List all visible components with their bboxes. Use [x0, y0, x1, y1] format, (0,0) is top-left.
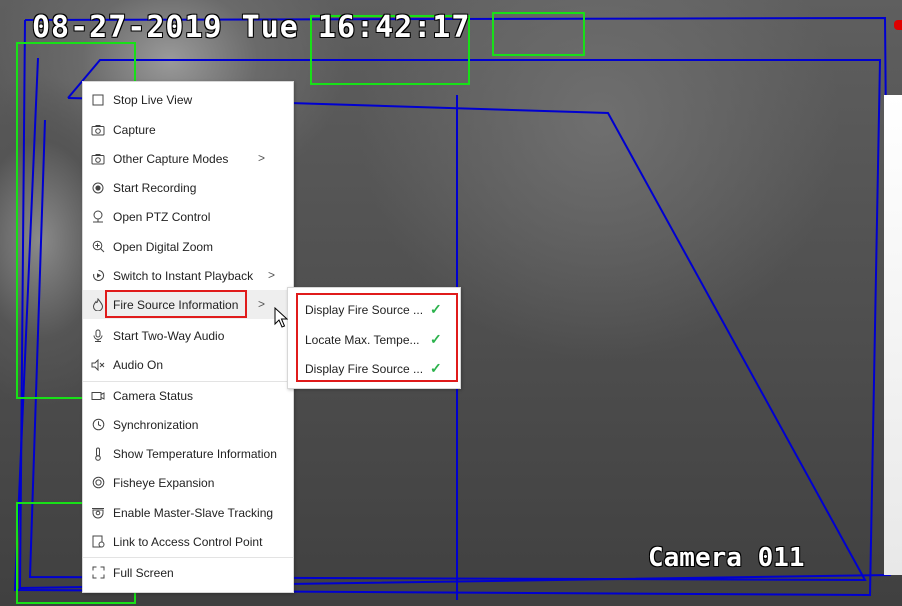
menu-item-label: Fisheye Expansion	[113, 475, 215, 490]
record-icon	[91, 181, 105, 195]
square-icon	[91, 93, 105, 107]
camera-status-icon	[91, 389, 105, 403]
menu-item-enable-master-slave-tracking[interactable]: Enable Master-Slave Tracking	[83, 498, 293, 527]
alarm-indicator	[894, 20, 902, 30]
menu-item-camera-status[interactable]: Camera Status	[83, 381, 293, 410]
menu-item-other-capture-modes[interactable]: Other Capture Modes >	[83, 144, 293, 173]
menu-item-label: Open Digital Zoom	[113, 239, 214, 254]
clock-icon	[91, 418, 105, 432]
menu-item-label: Link to Access Control Point	[113, 534, 263, 549]
menu-item-synchronization[interactable]: Synchronization	[83, 410, 293, 439]
chevron-right-icon: >	[257, 151, 265, 165]
playback-icon	[91, 269, 105, 283]
menu-item-capture[interactable]: Capture	[83, 115, 293, 144]
menu-item-label: Stop Live View	[113, 92, 193, 107]
menu-item-link-to-access-control-point[interactable]: Link to Access Control Point	[83, 527, 293, 556]
fire-icon	[91, 298, 105, 312]
menu-item-label: Start Recording	[113, 180, 197, 195]
menu-item-label: Capture	[113, 122, 156, 137]
camera-icon	[91, 152, 105, 166]
submenu-highlight-box	[296, 293, 458, 382]
menu-item-show-temperature-information[interactable]: Show Temperature Information	[83, 439, 293, 468]
menu-item-open-ptz-control[interactable]: Open PTZ Control	[83, 202, 293, 231]
camera-icon	[91, 123, 105, 137]
highlight-box	[105, 290, 247, 318]
chevron-right-icon: >	[257, 297, 265, 311]
fisheye-icon	[91, 476, 105, 490]
adjacent-panel-edge	[884, 95, 902, 575]
menu-item-label: Camera Status	[113, 388, 194, 403]
thermometer-icon	[91, 447, 105, 461]
menu-item-stop-live-view[interactable]: Stop Live View	[83, 85, 293, 114]
menu-item-fisheye-expansion[interactable]: Fisheye Expansion	[83, 468, 293, 497]
menu-item-label: Switch to Instant Playback	[113, 268, 254, 283]
tracking-icon	[91, 506, 105, 520]
context-menu: Stop Live View Capture Other Capture Mod…	[82, 81, 294, 593]
menu-item-full-screen[interactable]: Full Screen	[83, 558, 293, 587]
menu-item-open-digital-zoom[interactable]: Open Digital Zoom	[83, 232, 293, 261]
menu-item-label: Full Screen	[113, 565, 174, 580]
menu-item-label: Open PTZ Control	[113, 209, 211, 224]
fullscreen-icon	[91, 566, 105, 580]
menu-item-label: Other Capture Modes	[113, 151, 229, 166]
speaker-muted-icon	[91, 358, 105, 372]
microphone-icon	[91, 329, 105, 343]
menu-item-label: Synchronization	[113, 417, 199, 432]
osd-datetime: 08-27-2019 Tue 16:42:17	[32, 10, 471, 45]
zoom-icon	[91, 240, 105, 254]
menu-item-label: Show Temperature Information	[113, 446, 277, 461]
menu-item-label: Audio On	[113, 357, 164, 372]
link-icon	[91, 535, 105, 549]
menu-item-label: Start Two-Way Audio	[113, 328, 225, 343]
osd-camera-name: Camera 011	[648, 543, 805, 573]
menu-item-audio-on[interactable]: Audio On	[83, 350, 293, 379]
menu-item-switch-to-instant-playback[interactable]: Switch to Instant Playback >	[83, 261, 293, 290]
menu-item-start-recording[interactable]: Start Recording	[83, 173, 293, 202]
mouse-cursor-icon	[274, 307, 288, 328]
menu-item-label: Enable Master-Slave Tracking	[113, 505, 274, 520]
ptz-icon	[91, 210, 105, 224]
menu-item-start-two-way-audio[interactable]: Start Two-Way Audio	[83, 321, 293, 350]
chevron-right-icon: >	[267, 268, 275, 282]
